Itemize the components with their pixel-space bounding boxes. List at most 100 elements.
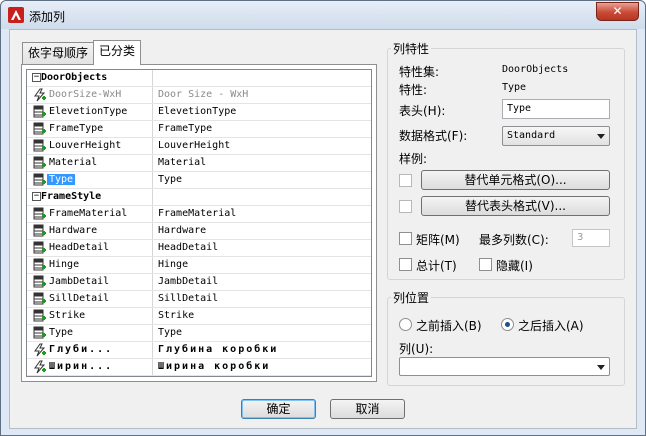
property-label: 特性:	[399, 83, 428, 97]
table-property-icon	[33, 224, 46, 237]
property-header-value: Strike	[158, 310, 195, 321]
property-name-cell: Type	[27, 325, 153, 341]
property-header-value: Hinge	[158, 259, 189, 270]
property-header-value: Door Size - WxH	[158, 89, 249, 100]
cancel-button[interactable]: 取消	[330, 399, 405, 419]
property-name: ElevetionType	[49, 106, 128, 117]
column-properties-title: 列特性	[391, 40, 432, 57]
override-header-format-button[interactable]: 替代表头格式(V)...	[421, 196, 610, 216]
property-row[interactable]: Hinge Hinge	[27, 257, 371, 274]
hide-checkbox[interactable]	[479, 258, 492, 271]
property-name: DoorObjects	[41, 72, 108, 83]
data-format-label: 数据格式(F):	[399, 129, 468, 143]
property-row[interactable]: Material Material	[27, 155, 371, 172]
property-name-cell: ElevetionType	[27, 104, 153, 120]
property-header-value: Hardware	[158, 225, 207, 236]
matrix-label: 矩阵(M)	[416, 233, 460, 247]
property-name: JambDetail	[49, 276, 110, 287]
property-row[interactable]: DoorSize-WxH Door Size - WxH	[27, 87, 371, 104]
property-name-cell: FrameMaterial	[27, 206, 153, 222]
column-select[interactable]	[399, 357, 610, 376]
property-name: Type	[47, 174, 76, 185]
ok-button[interactable]: 确定	[241, 399, 316, 419]
property-name-cell: Material	[27, 155, 153, 171]
chevron-down-icon	[597, 365, 605, 370]
property-name-cell: − FrameStyle	[27, 189, 153, 205]
property-row[interactable]: Type Type	[27, 172, 371, 189]
insert-before-radio[interactable]	[399, 318, 412, 331]
table-property-icon	[33, 292, 46, 305]
property-row[interactable]: SillDetail SillDetail	[27, 291, 371, 308]
matrix-checkbox[interactable]	[399, 232, 412, 245]
sample-header-checkbox	[399, 200, 412, 213]
collapse-icon[interactable]: −	[32, 73, 41, 82]
override-cell-format-button[interactable]: 替代单元格式(O)...	[421, 170, 610, 190]
property-row[interactable]: JambDetail JambDetail	[27, 274, 371, 291]
property-value: Type	[502, 82, 527, 93]
property-name-cell: HeadDetail	[27, 240, 153, 256]
category-row[interactable]: − DoorObjects	[27, 70, 371, 87]
table-property-icon	[33, 275, 46, 288]
property-header-value: JambDetail	[158, 276, 219, 287]
property-row[interactable]: Strike Strike	[27, 308, 371, 325]
property-header-value: ElevetionType	[158, 106, 237, 117]
table-property-icon	[33, 156, 46, 169]
tab-alphabetical[interactable]: 依字母顺序	[22, 42, 95, 64]
property-header-value: Type	[158, 327, 183, 338]
table-property-icon	[33, 258, 46, 271]
propset-value: DoorObjects	[502, 64, 569, 75]
auto-property-icon	[34, 343, 46, 357]
property-row[interactable]: LouverHeight LouverHeight	[27, 138, 371, 155]
property-row[interactable]: Type Type	[27, 325, 371, 342]
collapse-icon[interactable]: −	[32, 192, 41, 201]
chevron-down-icon	[597, 134, 605, 139]
insert-after-radio[interactable]	[501, 318, 514, 331]
table-property-icon	[33, 326, 46, 339]
property-name: Hinge	[49, 259, 80, 270]
property-name: Ширин...	[49, 361, 114, 372]
property-name-cell: JambDetail	[27, 274, 153, 290]
property-name: HeadDetail	[49, 242, 110, 253]
total-label: 总计(T)	[416, 259, 457, 273]
sample-cell-checkbox	[399, 174, 412, 187]
property-name-cell: Hardware	[27, 223, 153, 239]
property-row[interactable]: Hardware Hardware	[27, 223, 371, 240]
property-name: DoorSize-WxH	[49, 89, 122, 100]
property-row[interactable]: FrameMaterial FrameMaterial	[27, 206, 371, 223]
insert-after-label: 之后插入(A)	[518, 319, 584, 333]
property-name: Strike	[49, 310, 86, 321]
property-row[interactable]: FrameType FrameType	[27, 121, 371, 138]
property-name-cell: LouverHeight	[27, 138, 153, 154]
tab-panel: − DoorObjects DoorSize-WxH Door Size - WxH E…	[21, 64, 377, 382]
property-row[interactable]: HeadDetail HeadDetail	[27, 240, 371, 257]
category-row[interactable]: − FrameStyle	[27, 189, 371, 206]
data-format-select[interactable]: Standard	[502, 126, 610, 146]
property-row[interactable]: ElevetionType ElevetionType	[27, 104, 371, 121]
tab-categorized[interactable]: 已分类	[93, 40, 142, 65]
max-columns-label: 最多列数(C):	[479, 233, 549, 247]
autocad-logo-icon	[8, 7, 24, 23]
property-row[interactable]: Глуби... Глубина коробки	[27, 342, 371, 359]
property-row[interactable]: Ширин... Ширина коробки	[27, 359, 371, 376]
property-name: Глуби...	[49, 344, 114, 355]
total-checkbox[interactable]	[399, 258, 412, 271]
property-name-cell: FrameType	[27, 121, 153, 137]
property-header-value: LouverHeight	[158, 140, 231, 151]
auto-property-icon	[34, 88, 46, 102]
property-name: FrameMaterial	[49, 208, 128, 219]
hide-label: 隐藏(I)	[496, 259, 533, 273]
property-header-value: Type	[158, 174, 183, 185]
property-header-value: HeadDetail	[158, 242, 219, 253]
property-name: FrameStyle	[41, 191, 102, 202]
table-property-icon	[33, 207, 46, 220]
property-header-value: SillDetail	[158, 293, 219, 304]
title-bar: 添加列 ✕	[1, 1, 645, 29]
property-name-cell: Hinge	[27, 257, 153, 273]
property-header-value: Material	[158, 157, 207, 168]
property-list[interactable]: − DoorObjects DoorSize-WxH Door Size - WxH E…	[26, 69, 372, 377]
max-columns-spinner[interactable]: 3	[572, 229, 610, 247]
header-input[interactable]: Type	[502, 99, 610, 119]
property-name-cell: Type	[27, 172, 153, 188]
close-button[interactable]: ✕	[596, 2, 639, 21]
property-name-cell: − DoorObjects	[27, 70, 153, 86]
